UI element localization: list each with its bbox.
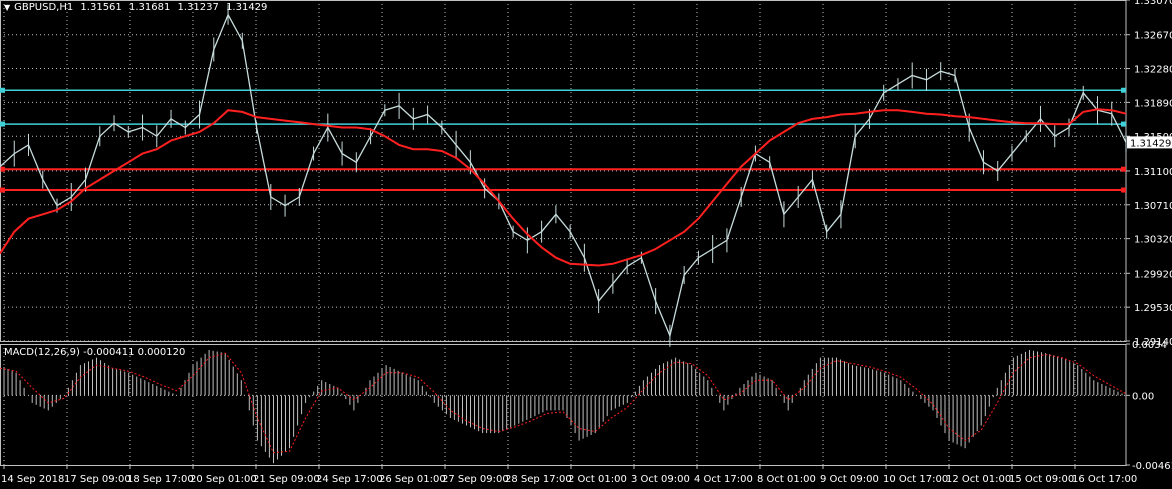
y-tick-label: 1.32280 (1134, 65, 1172, 76)
x-tick-label: 4 Oct 17:00 (694, 474, 753, 485)
support-level-marker (0, 166, 5, 172)
x-tick-label: 10 Oct 17:00 (883, 474, 948, 485)
x-tick-label: 28 Sep 17:00 (505, 474, 572, 485)
y-tick-label: 1.30320 (1134, 235, 1172, 246)
close-value: 1.31429 (226, 2, 268, 13)
y-tick-label: 1.29920 (1134, 269, 1172, 280)
resistance-level-marker (1121, 87, 1126, 93)
dropdown-triangle-icon[interactable]: ▼ (4, 3, 10, 12)
chart-window[interactable]: 1.330701.326701.322801.318901.315001.311… (0, 0, 1172, 489)
y-tick-label: 1.29530 (1134, 303, 1172, 314)
resistance-level-marker (1121, 121, 1126, 127)
x-tick-label: 17 Sep 09:00 (64, 474, 131, 485)
support-level-marker (1121, 187, 1126, 193)
x-tick-label: 16 Oct 17:00 (1072, 474, 1137, 485)
price-chart: 1.330701.326701.322801.318901.315001.311… (0, 0, 1172, 485)
x-tick-label: 2 Oct 01:00 (568, 474, 627, 485)
x-tick-label: 24 Sep 17:00 (316, 474, 383, 485)
resistance-level-marker (0, 87, 5, 93)
x-tick-label: 15 Oct 09:00 (1009, 474, 1074, 485)
y-tick-label: 1.30710 (1134, 201, 1172, 212)
y-tick-label: 1.31100 (1134, 167, 1172, 178)
x-tick-label: 26 Sep 01:00 (379, 474, 446, 485)
x-tick-label: 27 Sep 09:00 (442, 474, 509, 485)
x-tick-label: 3 Oct 09:00 (631, 474, 690, 485)
y-tick-label: 1.32670 (1134, 31, 1172, 42)
current-price-label: 1.31429 (1130, 138, 1171, 149)
x-tick-label: 21 Sep 09:00 (253, 474, 320, 485)
moving-average-line (0, 108, 1127, 267)
support-level-marker (1121, 166, 1126, 172)
price-panel-frame (0, 0, 1127, 342)
x-tick-label: 8 Oct 01:00 (757, 474, 816, 485)
chart-header: ▼ GBPUSD,H1 1.31561 1.31681 1.31237 1.314… (4, 2, 271, 13)
resistance-level-marker (0, 121, 5, 127)
macd-y-tick-label: 0.00 (1132, 391, 1154, 402)
support-level-marker (0, 187, 5, 193)
low-value: 1.31237 (177, 2, 219, 13)
x-tick-label: 20 Sep 01:00 (190, 474, 257, 485)
indicator-label: MACD(12,26,9) -0.000411 0.000120 (4, 347, 186, 358)
x-tick-label: 18 Sep 17:00 (127, 474, 194, 485)
high-value: 1.31681 (128, 2, 171, 13)
y-tick-label: 1.33070 (1134, 0, 1172, 7)
x-tick-label: 9 Oct 09:00 (820, 474, 879, 485)
x-tick-label: 14 Sep 2018 (1, 474, 64, 485)
x-tick-label: 12 Oct 01:00 (946, 474, 1011, 485)
y-tick-label: 1.31890 (1134, 98, 1172, 109)
macd-y-tick-label: -0.004615 (1132, 461, 1172, 472)
price-line (0, 13, 1127, 338)
open-value: 1.31561 (80, 2, 122, 13)
macd-y-tick-label: 0.0034 (1132, 340, 1167, 351)
symbol-label: GBPUSD,H1 (14, 2, 74, 13)
